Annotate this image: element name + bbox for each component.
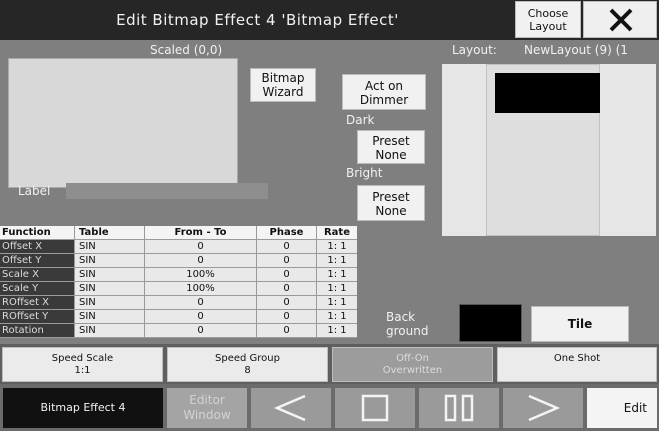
row-rate[interactable]: 1: 1 (316, 254, 357, 267)
row-rate[interactable]: 1: 1 (316, 240, 357, 253)
window-title: Edit Bitmap Effect 4 'Bitmap Effect' (116, 11, 399, 29)
table-row[interactable]: Offset X SIN 0 0 1: 1 (0, 240, 357, 254)
row-phase[interactable]: 0 (256, 282, 316, 295)
table-row[interactable]: Scale X SIN 100% 0 1: 1 (0, 268, 357, 282)
table-row[interactable]: Rotation SIN 0 0 1: 1 (0, 324, 357, 338)
row-function: ROffset X (0, 296, 74, 309)
row-function: Rotation (0, 324, 74, 337)
table-row[interactable]: ROffset X SIN 0 0 1: 1 (0, 296, 357, 310)
row-rate[interactable]: 1: 1 (316, 296, 357, 309)
speed-scale-label: Speed Scale (51, 353, 114, 364)
speed-group-button[interactable]: Speed Group 8 (167, 347, 328, 382)
row-table[interactable]: SIN (74, 296, 144, 309)
one-shot-button[interactable]: One Shot (497, 347, 657, 382)
effect-table: Function Table From - To Phase Rate Offs… (0, 226, 357, 338)
layout-name: NewLayout (9) (1 (524, 43, 628, 57)
choose-layout-button[interactable]: Choose Layout (515, 1, 581, 38)
bright-preset-button[interactable]: Preset None (357, 185, 425, 221)
label-field[interactable] (66, 183, 268, 199)
speed-scale-value: 1:1 (74, 365, 91, 376)
dark-caption: Dark (346, 113, 375, 127)
table-header: Function Table From - To Phase Rate (0, 226, 357, 240)
scaled-label: Scaled (0,0) (150, 43, 223, 57)
next-icon (528, 394, 561, 422)
row-phase[interactable]: 0 (256, 310, 316, 323)
speed-scale-button[interactable]: Speed Scale 1:1 (2, 347, 163, 382)
row-table[interactable]: SIN (74, 254, 144, 267)
speed-group-value: 8 (244, 365, 251, 376)
tile-button[interactable]: Tile (531, 306, 629, 342)
row-rate[interactable]: 1: 1 (316, 324, 357, 337)
bitmap-preview[interactable] (8, 58, 238, 188)
header-function: Function (0, 226, 74, 239)
close-button[interactable] (583, 1, 657, 38)
row-table[interactable]: SIN (74, 310, 144, 323)
close-icon (609, 8, 633, 32)
header-rate: Rate (316, 226, 357, 239)
act-on-dimmer-button[interactable]: Act on Dimmer (342, 74, 426, 110)
title-bar: Edit Bitmap Effect 4 'Bitmap Effect' Cho… (0, 0, 659, 40)
table-row[interactable]: ROffset Y SIN 0 0 1: 1 (0, 310, 357, 324)
prev-button[interactable] (251, 388, 331, 428)
background-caption: Back ground (386, 310, 429, 338)
off-on-button: Off-On Overwritten (332, 347, 493, 382)
bitmap-wizard-button[interactable]: Bitmap Wizard (250, 68, 316, 102)
row-table[interactable]: SIN (74, 282, 144, 295)
row-from-to[interactable]: 100% (144, 268, 256, 281)
off-on-label: Off-On (396, 353, 429, 364)
stop-button[interactable] (335, 388, 415, 428)
pause-icon (444, 394, 474, 422)
row-function: Scale X (0, 268, 74, 281)
header-table: Table (74, 226, 144, 239)
row-rate[interactable]: 1: 1 (316, 310, 357, 323)
row-phase[interactable]: 0 (256, 324, 316, 337)
row-function: Offset Y (0, 254, 74, 267)
row-from-to[interactable]: 0 (144, 310, 256, 323)
row-rate[interactable]: 1: 1 (316, 268, 357, 281)
row-phase[interactable]: 0 (256, 268, 316, 281)
row-phase[interactable]: 0 (256, 296, 316, 309)
row-from-to[interactable]: 0 (144, 254, 256, 267)
header-from-to: From - To (144, 226, 256, 239)
prev-icon (273, 394, 306, 422)
pause-button[interactable] (419, 388, 499, 428)
effect-name-button[interactable]: Bitmap Effect 4 (3, 388, 163, 428)
row-phase[interactable]: 0 (256, 254, 316, 267)
layout-caption: Layout: (452, 43, 497, 57)
table-row[interactable]: Scale Y SIN 100% 0 1: 1 (0, 282, 357, 296)
bottom-bar: Bitmap Effect 4 Editor Window Edit (0, 384, 659, 431)
row-function: ROffset Y (0, 310, 74, 323)
main-panel: Scaled (0,0) Label Bitmap Wizard Act on … (0, 40, 659, 344)
row-table[interactable]: SIN (74, 240, 144, 253)
bright-caption: Bright (346, 166, 383, 180)
row-from-to[interactable]: 0 (144, 240, 256, 253)
row-table[interactable]: SIN (74, 268, 144, 281)
row-from-to[interactable]: 0 (144, 296, 256, 309)
background-color-swatch[interactable] (459, 304, 522, 342)
row-from-to[interactable]: 100% (144, 282, 256, 295)
dark-preset-button[interactable]: Preset None (357, 130, 425, 164)
speed-bar: Speed Scale 1:1 Speed Group 8 Off-On Ove… (0, 344, 659, 384)
editor-window-button: Editor Window (167, 388, 247, 428)
next-button[interactable] (503, 388, 583, 428)
table-row[interactable]: Offset Y SIN 0 0 1: 1 (0, 254, 357, 268)
off-on-value: Overwritten (382, 365, 443, 376)
row-table[interactable]: SIN (74, 324, 144, 337)
edit-button[interactable]: Edit (587, 388, 657, 428)
header-phase: Phase (256, 226, 316, 239)
row-function: Scale Y (0, 282, 74, 295)
layout-selection[interactable] (495, 73, 600, 113)
speed-group-label: Speed Group (215, 353, 280, 364)
label-caption: Label (18, 184, 51, 198)
row-rate[interactable]: 1: 1 (316, 282, 357, 295)
row-function: Offset X (0, 240, 74, 253)
row-phase[interactable]: 0 (256, 240, 316, 253)
row-from-to[interactable]: 0 (144, 324, 256, 337)
stop-icon (361, 394, 389, 422)
